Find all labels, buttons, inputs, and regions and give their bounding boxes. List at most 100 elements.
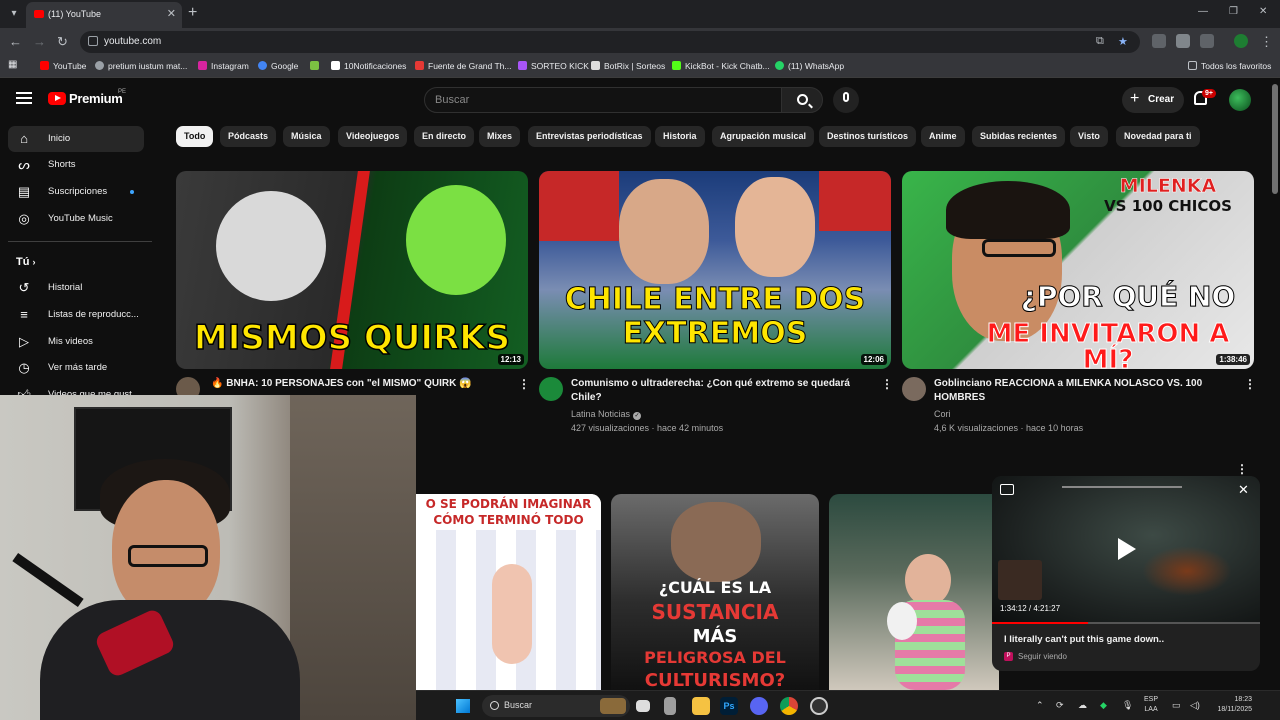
reload-icon[interactable]: ↻ [57,34,68,50]
volume-icon[interactable]: ◁) [1190,700,1200,711]
microphone-tray-icon[interactable]: 🎙︎ [1122,700,1133,711]
channel-avatar[interactable] [902,377,926,401]
file-explorer-icon[interactable] [692,697,710,715]
more-options-icon[interactable]: ⋮ [1236,462,1248,476]
install-app-icon[interactable]: ⧉ [1096,35,1104,48]
chip-videojuegos[interactable]: Videojuegos [338,126,408,147]
you-section-header[interactable]: Tú › [16,256,36,268]
bookmark-botrix[interactable]: BotRix | Sorteos [591,61,665,71]
chip-visto[interactable]: Visto [1070,126,1108,147]
hamburger-menu-icon[interactable] [16,92,32,104]
apps-grid-icon[interactable]: ▦ [8,59,17,70]
miniplayer-title[interactable]: I literally can't put this game down.. [1004,634,1164,645]
bookmark-kickbot[interactable]: KickBot - Kick Chatb... [672,61,770,71]
onedrive-icon[interactable]: ☁ [1078,700,1087,711]
extension-icon[interactable] [1176,34,1190,48]
search-button[interactable] [781,87,823,113]
voice-search-button[interactable] [833,87,859,113]
bookmark-youtube[interactable]: YouTube [40,61,86,71]
sidebar-item-shorts[interactable]: ᔕ Shorts [8,152,144,178]
bookmark-google[interactable]: Google [258,61,298,71]
play-icon[interactable] [1118,538,1136,560]
bookmark-grand-theft[interactable]: Fuente de Grand Th... [415,61,511,71]
video-thumbnail[interactable] [829,494,999,690]
sidebar-item-ver-mas-tarde[interactable]: ◷ Ver más tarde [8,355,144,381]
channel-name[interactable]: Cori [934,407,951,421]
tray-chevron-icon[interactable]: ⌃ [1036,700,1044,711]
chip-historia[interactable]: Historia [655,126,705,147]
back-icon[interactable]: ← [9,34,22,49]
tray-icon[interactable]: ◆ [1100,700,1107,711]
tab-search-icon[interactable]: ▾ [6,6,22,22]
bookmark-pretium[interactable]: pretium iustum mat... [95,61,187,71]
chip-entrevistas[interactable]: Entrevistas periodísticas [528,126,651,147]
search-input[interactable]: Buscar [424,87,782,113]
restore-icon[interactable]: ❐ [1229,6,1238,17]
channel-name[interactable]: Latina Noticias ✓ [571,407,642,421]
create-button[interactable]: + Crear [1122,87,1184,113]
more-options-icon[interactable]: ⋮ [881,377,893,391]
minimize-icon[interactable]: — [1198,6,1208,17]
video-title[interactable]: Comunismo o ultraderecha: ¿Con qué extre… [571,377,871,405]
all-bookmarks[interactable]: Todos los favoritos [1188,61,1271,71]
video-thumbnail[interactable]: MILENKA VS 100 CHICOS ¿POR QUÉ NO ME INV… [902,171,1254,369]
chrome-menu-icon[interactable]: ⋮ [1260,34,1273,50]
miniplayer-progress[interactable] [992,622,1260,624]
chip-todo[interactable]: Todo [176,126,214,147]
bookmark-instagram[interactable]: Instagram [198,61,249,71]
chip-mixes[interactable]: Mixes [479,126,521,147]
windows-start-icon[interactable] [456,699,470,713]
channel-avatar[interactable] [539,377,563,401]
chip-agrupacion-musical[interactable]: Agrupación musical [712,126,815,147]
bookmark-unnamed[interactable] [310,61,323,71]
miniplayer-close-icon[interactable]: ✕ [1238,482,1249,498]
browser-tab[interactable]: (11) YouTube ✕ [26,2,182,28]
chip-podcasts[interactable]: Pódcasts [220,126,277,147]
bookmark-whatsapp[interactable]: (11) WhatsApp [775,61,844,71]
miniplayer[interactable]: ✕ 1:34:12 / 4:21:27 I literally can't pu… [992,476,1260,671]
app-icon[interactable] [664,697,676,715]
sidebar-item-suscripciones[interactable]: ▤ Suscripciones [8,179,144,205]
forward-icon[interactable]: → [33,34,46,49]
sidebar-item-historial[interactable]: ↺ Historial [8,275,144,301]
photoshop-icon[interactable]: Ps [720,697,738,715]
taskbar-search[interactable]: Buscar [482,695,630,717]
chip-en-directo[interactable]: En directo [414,126,475,147]
chip-novedad[interactable]: Novedad para ti [1116,126,1200,147]
video-title[interactable]: 🔥 BNHA: 10 PERSONAJES con "el MISMO" QUI… [211,377,506,391]
bookmark-star-icon[interactable]: ★ [1118,35,1128,48]
profile-avatar[interactable] [1234,34,1248,48]
account-avatar[interactable] [1229,89,1251,111]
sidebar-item-youtube-music[interactable]: ◎ YouTube Music [8,206,144,232]
window-close-icon[interactable]: ✕ [1259,6,1267,17]
extension-icon[interactable] [1152,34,1166,48]
video-thumbnail[interactable]: O SE PODRÁN IMAGINAR CÓMO TERMINÓ TODO [416,494,601,690]
discord-icon[interactable] [750,697,768,715]
new-tab-icon[interactable]: + [188,4,197,22]
bookmark-sorteo-kick[interactable]: SORTEO KICK [518,61,589,71]
extensions-puzzle-icon[interactable] [1200,34,1214,48]
video-thumbnail[interactable]: ¿CUÁL ES LA SUSTANCIA MÁS PELIGROSA DEL … [611,494,819,690]
taskbar-clock[interactable]: 18:23 18/11/2025 [1208,695,1252,715]
chrome-icon[interactable] [780,697,798,715]
app-icon[interactable] [810,697,828,715]
chip-subidas-recientes[interactable]: Subidas recientes [972,126,1066,147]
sidebar-item-listas[interactable]: ≡ Listas de reproducc... [8,302,144,328]
expand-icon[interactable] [1000,484,1014,495]
more-options-icon[interactable]: ⋮ [518,377,530,391]
sidebar-item-inicio[interactable]: ⌂ Inicio [8,126,144,152]
tab-close-icon[interactable]: ✕ [167,7,176,20]
chip-anime[interactable]: Anime [921,126,965,147]
video-thumbnail[interactable]: CHILE ENTRE DOS EXTREMOS 12:06 [539,171,891,369]
chip-musica[interactable]: Música [283,126,330,147]
logo-text[interactable]: Premium [69,91,123,106]
tray-icon[interactable]: ⟳ [1056,700,1064,711]
network-icon[interactable]: ▭ [1172,700,1181,711]
language-indicator[interactable]: ESP LAA [1144,695,1158,715]
video-title[interactable]: Goblinciano REACCIONA a MILENKA NOLASCO … [934,377,1224,405]
sidebar-item-mis-videos[interactable]: ▷ Mis videos [8,329,144,355]
chip-destinos[interactable]: Destinos turísticos [819,126,917,147]
site-info-icon[interactable] [88,36,98,46]
task-view-icon[interactable] [636,700,650,712]
bookmark-10notificaciones[interactable]: 10Notificaciones [331,61,406,71]
